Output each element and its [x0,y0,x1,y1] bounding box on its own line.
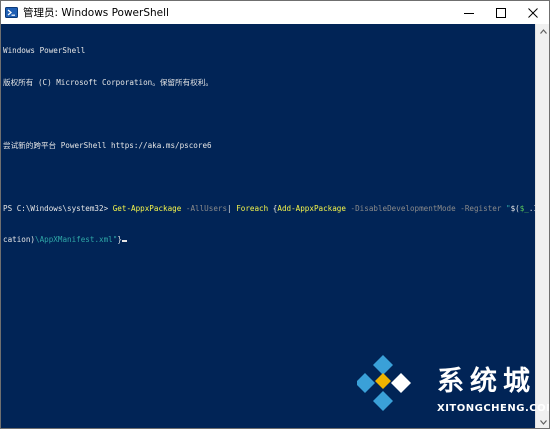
command-token-cmd: Foreach [236,203,269,213]
command-token-param: -DisableDevelopmentMode [350,203,456,213]
command-text: Get-AppxPackage -AllUsers| Foreach {Add-… [113,204,535,213]
command-token-plain: { [268,203,278,213]
powershell-window: 管理员: Windows PowerShell Windows PowerShe… [0,0,550,429]
close-button[interactable] [517,1,549,24]
scroll-up-button[interactable] [536,24,549,38]
command-token-str: \AppXManifest.xml" [35,235,118,244]
close-icon [528,7,538,18]
console-line: 尝试新的跨平台 PowerShell https://aka.ms/pscore… [3,140,212,150]
minimize-button[interactable] [453,1,485,24]
powershell-icon [5,6,18,19]
command-continuation: cation)\AppXManifest.xml"} [3,235,535,246]
command-continuation-text: cation)\AppXManifest.xml"} [3,235,122,244]
prompt: PS C:\Windows\system32> [3,203,113,213]
text-cursor [121,240,127,242]
command-token-param: -AllUsers [185,203,228,213]
watermark-en-text: XITONGCHENG.COM [437,403,550,414]
command-line: PS C:\Windows\system32> Get-AppxPackage … [3,204,535,215]
maximize-button[interactable] [485,1,517,24]
watermark: 系统城 XITONGCHENG.COM [357,353,550,425]
command-token-plain: cation) [3,235,36,244]
maximize-icon [496,7,506,18]
command-token-cmd: Add-AppxPackage [277,203,346,213]
command-token-cmd: Get-AppxPackage [112,203,182,213]
chevron-up-icon [539,28,547,34]
watermark-cn-text: 系统城 [437,366,536,397]
window-title: 管理员: Windows PowerShell [23,7,169,19]
xitongcheng-logo-icon [357,355,411,411]
command-token-var: $_ [519,203,529,213]
minimize-icon [464,12,474,14]
title-bar[interactable]: 管理员: Windows PowerShell [1,1,549,24]
command-token-param: -Register [460,203,502,213]
console-line: Windows PowerShell [3,46,86,55]
caption-buttons [453,1,549,24]
command-token-plain: | [227,203,237,213]
console-line: 版权所有 (C) Microsoft Corporation。保留所有权利。 [3,77,213,87]
command-token-plain: $( [510,203,520,213]
